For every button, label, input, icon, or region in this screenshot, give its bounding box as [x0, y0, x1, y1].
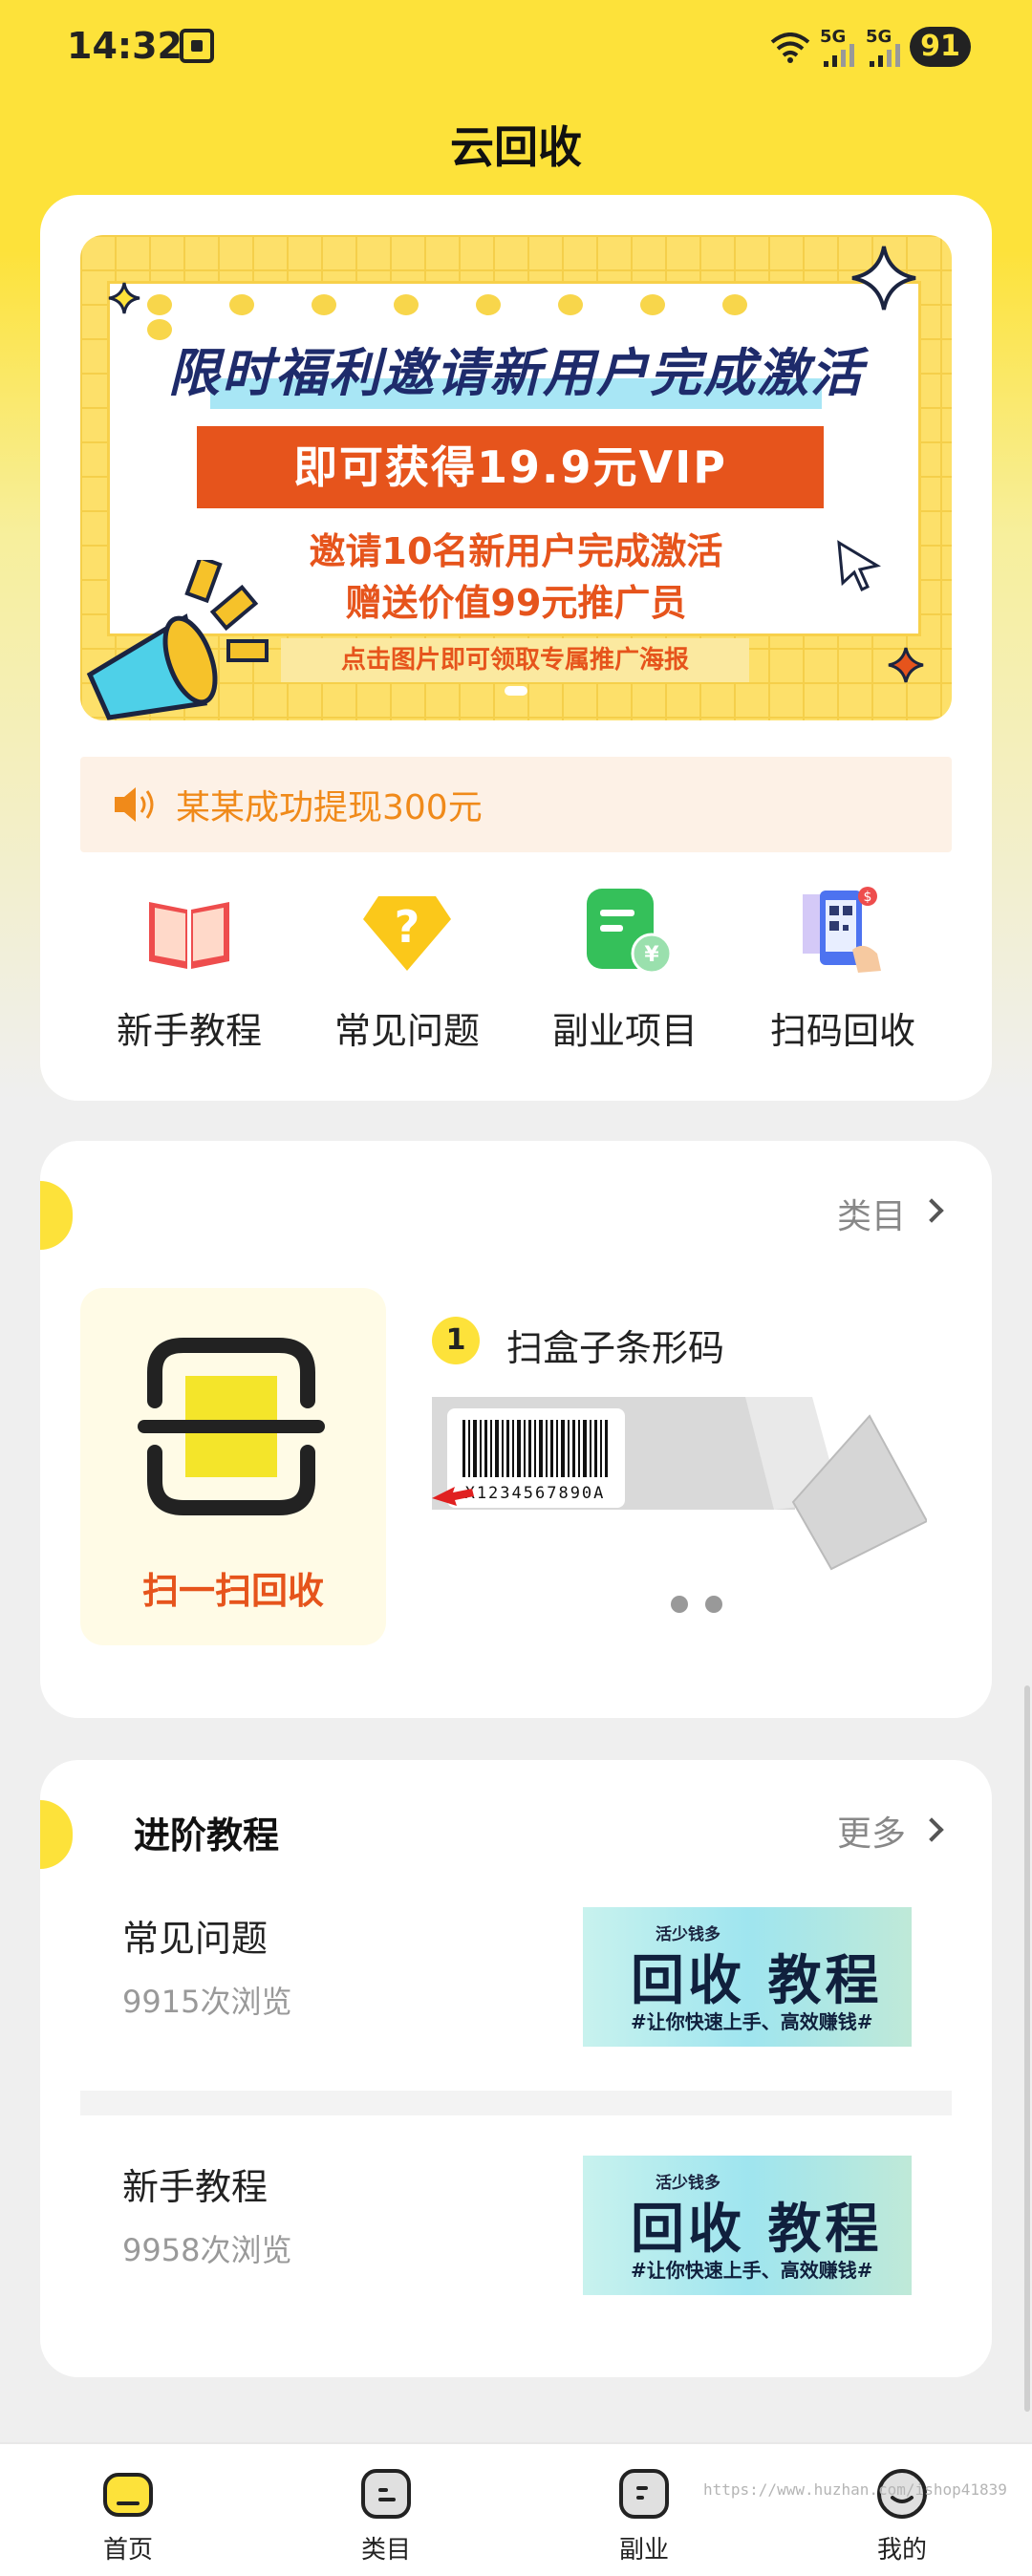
watermark-text: https://www.huzhan.com/ishop41839 [703, 2480, 1007, 2499]
status-bar: 14:32 5G 5G 91 [0, 0, 1032, 105]
thumb-subtitle: #让你快速上手、高效赚钱# [631, 2259, 873, 2282]
carousel-indicator [505, 686, 527, 696]
banner-footer: 点击图片即可领取专属推广海报 [281, 638, 749, 682]
scrollbar[interactable] [1024, 1685, 1030, 2412]
section-marker [40, 1800, 73, 1869]
chevron-right-icon[interactable] [919, 1817, 944, 1842]
quick-link-faq[interactable]: ? 常见问题 [298, 883, 516, 1074]
quick-link-label: 副业项目 [551, 1010, 698, 1052]
category-link[interactable]: 类目 [837, 1189, 906, 1238]
question-diamond-icon: ? [363, 896, 451, 971]
nav-label: 类目 [360, 2536, 411, 2565]
nav-side-business[interactable]: 副业 [568, 2467, 720, 2565]
thumb-title: 回收 教程 [631, 1950, 883, 2012]
article-views: 9958次浏览 [122, 2232, 292, 2268]
article-thumbnail: 活少钱多 回收 教程 #让你快速上手、高效赚钱# [583, 2156, 912, 2295]
svg-text:?: ? [395, 901, 420, 953]
notice-bar[interactable]: 某某成功提现300元 [80, 757, 952, 852]
wifi-icon [770, 32, 810, 63]
notice-text: 某某成功提现300元 [176, 788, 483, 827]
banner-headline: 限时福利邀请新用户完成激活 [168, 343, 864, 403]
money-note-icon: ¥ [587, 889, 673, 975]
page-title: 云回收 [450, 121, 582, 173]
svg-text:¥: ¥ [644, 943, 659, 967]
chevron-right-icon[interactable] [919, 1198, 944, 1223]
scan-recycle-button[interactable]: 扫一扫回收 [80, 1288, 386, 1645]
category-icon [361, 2469, 411, 2519]
orange-sparkle-icon [888, 647, 924, 683]
home-icon [103, 2473, 153, 2517]
divider [80, 2091, 952, 2115]
advanced-tutorial-card: 进阶教程 更多 常见问题 9915次浏览 活少钱多 回收 教程 #让你快速上手、… [40, 1760, 992, 2377]
quick-link-label: 常见问题 [333, 1010, 480, 1052]
home-card: 限时福利邀请新用户完成激活 即可获得19.9元VIP 邀请10名新用户完成激活 … [40, 195, 992, 1101]
thumb-subtitle: #让你快速上手、高效赚钱# [631, 2010, 873, 2033]
section-marker [40, 1181, 73, 1250]
quick-link-side-project[interactable]: ¥ 副业项目 [516, 883, 734, 1074]
scan-frame-icon [138, 1338, 325, 1515]
article-views: 9915次浏览 [122, 1984, 292, 2020]
signal-icon-2 [870, 44, 900, 67]
bottom-nav: 首页 类目 副业 我的 [0, 2442, 1032, 2576]
category-card: 类目 扫一扫回收 1 扫盒子条形码 X1234567890A [40, 1141, 992, 1718]
step-text: 扫盒子条形码 [506, 1327, 725, 1369]
nav-home[interactable]: 首页 [52, 2467, 204, 2565]
quick-link-label: 扫码回收 [769, 1010, 915, 1052]
scan-label: 扫一扫回收 [141, 1570, 324, 1612]
banner-dots-decoration [147, 294, 873, 340]
banner-vip-button: 即可获得19.9元VIP [197, 426, 824, 508]
cursor-icon [837, 540, 881, 592]
nav-label: 首页 [102, 2536, 153, 2565]
megaphone-icon [86, 560, 269, 720]
speaker-icon [115, 787, 154, 822]
article-title: 新手教程 [122, 2166, 269, 2208]
open-book-icon [149, 902, 229, 969]
signal-icon [824, 44, 854, 67]
barcode-illustration: X1234567890A [432, 1397, 927, 1571]
section-title: 进阶教程 [134, 1814, 280, 1857]
screenshot-icon [180, 29, 214, 63]
more-link[interactable]: 更多 [837, 1806, 906, 1856]
nav-label: 副业 [618, 2536, 669, 2565]
quick-link-label: 新手教程 [116, 1010, 262, 1052]
svg-text:$: $ [864, 890, 872, 905]
status-time: 14:32 [67, 25, 183, 67]
small-sparkle-icon [108, 282, 140, 314]
thumb-title: 回收 教程 [631, 2199, 883, 2261]
quick-link-scan-recycle[interactable]: $ 扫码回收 [734, 883, 952, 1074]
quick-link-beginner-tutorial[interactable]: 新手教程 [80, 883, 298, 1074]
article-title: 常见问题 [122, 1918, 269, 1960]
promo-banner[interactable]: 限时福利邀请新用户完成激活 即可获得19.9元VIP 邀请10名新用户完成激活 … [80, 235, 952, 720]
step-number-badge: 1 [432, 1317, 480, 1364]
nav-category[interactable]: 类目 [310, 2467, 462, 2565]
sparkle-icon [851, 246, 916, 311]
side-business-icon [619, 2469, 669, 2519]
phone-qr-icon: $ [803, 887, 881, 973]
article-thumbnail: 活少钱多 回收 教程 #让你快速上手、高效赚钱# [583, 1907, 912, 2047]
nav-label: 我的 [876, 2536, 927, 2565]
barcode-number: X1234567890A [465, 1484, 606, 1503]
carousel-dots [671, 1596, 740, 1617]
battery-indicator: 91 [910, 27, 971, 67]
